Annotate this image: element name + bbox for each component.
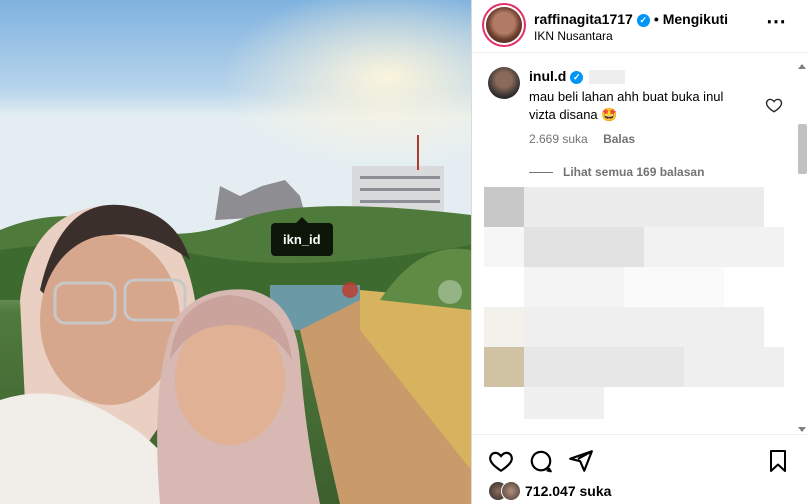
view-all-replies-link[interactable]: Lihat semua 169 balasan (529, 165, 704, 179)
header-divider (472, 52, 808, 53)
scroll-down-arrow-icon[interactable] (798, 427, 806, 432)
verified-icon: ✓ (636, 13, 650, 27)
commenter-username[interactable]: inul.d (529, 68, 566, 84)
actions-divider (472, 434, 808, 435)
photo-scene (0, 0, 471, 504)
scrollbar-thumb[interactable] (798, 124, 807, 174)
comment-meta: 2.669 suka Balas (529, 132, 647, 146)
separator-dot: • (653, 11, 659, 27)
post-header: raffinagita1717 ✓ • Mengikuti IKN Nusantara… (472, 0, 808, 52)
comments-scrollbar[interactable] (795, 58, 807, 434)
blurred-timestamp (589, 70, 626, 85)
likes-count[interactable]: 712.047 suka (525, 483, 611, 499)
scroll-up-arrow-icon[interactable] (798, 64, 806, 69)
author-username-row: raffinagita1717 ✓ • Mengikuti (534, 11, 728, 27)
tagged-user-label[interactable]: ikn_id (271, 217, 333, 256)
post-location[interactable]: IKN Nusantara (534, 29, 613, 43)
commenter-avatar[interactable] (488, 67, 520, 99)
verified-icon: ✓ (570, 70, 584, 84)
comment-likes[interactable]: 2.669 suka (529, 132, 588, 146)
view-all-replies-label: Lihat semua 169 balasan (563, 165, 705, 179)
author-avatar[interactable] (486, 7, 522, 43)
save-bookmark-icon[interactable] (766, 448, 790, 474)
post-photo[interactable]: ikn_id (0, 0, 471, 504)
share-icon[interactable] (568, 448, 594, 474)
like-heart-icon[interactable] (488, 448, 514, 474)
reply-button[interactable]: Balas (603, 132, 635, 146)
liker-avatar[interactable] (501, 481, 521, 501)
more-options-icon[interactable]: ⋯ (766, 12, 787, 32)
post-side-panel: raffinagita1717 ✓ • Mengikuti IKN Nusantara… (471, 0, 808, 504)
comment-text: mau beli lahan ahh buat buka inul vizta … (529, 89, 724, 122)
comment-like-icon[interactable] (765, 96, 783, 114)
author-username[interactable]: raffinagita1717 (534, 11, 633, 27)
next-arrow-icon[interactable] (438, 280, 462, 304)
comment-icon[interactable] (528, 448, 554, 474)
replies-line (529, 172, 553, 174)
likes-row: 712.047 suka (488, 481, 611, 501)
following-button[interactable]: Mengikuti (663, 11, 728, 27)
commenter-username-row: inul.d ✓ (529, 68, 626, 85)
blurred-comments-area (484, 185, 784, 420)
post-actions-bar (472, 442, 808, 478)
